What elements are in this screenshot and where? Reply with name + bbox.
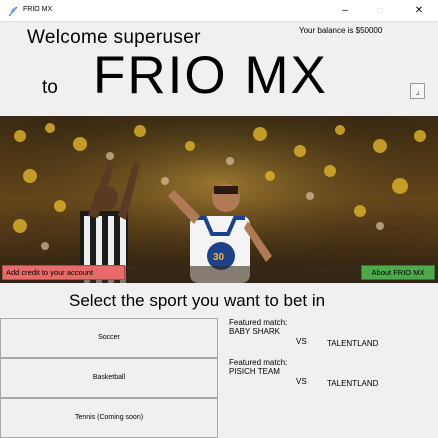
featured-team2: TALENTLAND [327, 379, 379, 388]
to-text: to [42, 77, 58, 98]
basketball-button[interactable]: Basketball [0, 358, 218, 398]
featured-team2: TALENTLAND [327, 339, 379, 348]
soccer-button[interactable]: Soccer [0, 318, 218, 358]
hero-image: 30 [0, 116, 438, 283]
app-feather-icon [8, 6, 18, 17]
featured-label: Featured match: [229, 318, 288, 327]
window-titlebar: FRIO MX – □ ✕ [0, 0, 438, 22]
select-sport-heading: Select the sport you want to bet in [69, 291, 326, 310]
maximize-button[interactable]: □ [365, 2, 395, 20]
window-title: FRIO MX [23, 6, 53, 13]
tennis-button[interactable]: Tennis (Coming soon) [0, 398, 218, 438]
featured-label: Featured match: [229, 358, 288, 367]
about-button[interactable]: About FRIO MX [361, 265, 435, 280]
add-credit-button[interactable]: Add credit to your account [2, 265, 125, 280]
featured-vs: VS [296, 377, 307, 386]
balance-text: Your balance is $50000 [299, 26, 383, 35]
close-button[interactable]: ✕ [404, 2, 434, 20]
featured-team1: PISICH TEAM [229, 367, 280, 376]
brand-title: FRIO MX [93, 46, 328, 105]
featured-vs: VS [296, 337, 307, 346]
scroll-corner-button[interactable]: ⌟ [410, 83, 425, 99]
minimize-button[interactable]: – [330, 2, 360, 20]
jersey-number: 30 [213, 252, 225, 263]
featured-team1: BABY SHARK [229, 327, 280, 336]
